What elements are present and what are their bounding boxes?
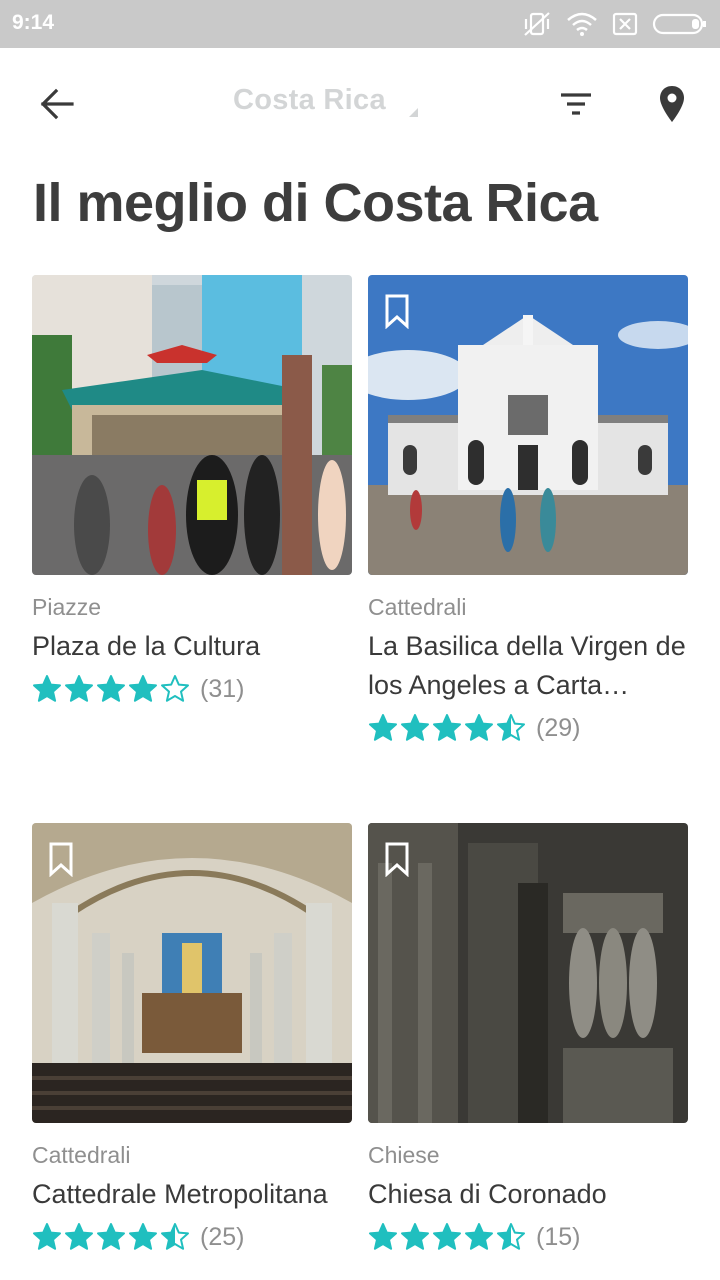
place-card[interactable]: Piazze Plaza de la Cultura (31) — [32, 275, 352, 708]
star-half-icon — [161, 1223, 189, 1250]
place-card[interactable]: Cattedrali La Basilica della Virgen de l… — [368, 275, 688, 747]
card-title: Plaza de la Cultura — [32, 631, 261, 661]
filter-icon — [561, 93, 591, 115]
card-category: Chiese — [368, 1142, 440, 1168]
app-title[interactable]: Costa Rica — [233, 84, 386, 117]
status-time: 9:14 — [12, 11, 55, 34]
card-category: Cattedrali — [32, 1142, 131, 1168]
star-full-icon — [369, 1223, 397, 1250]
map-pin-icon — [660, 86, 684, 122]
card-category: Cattedrali — [368, 594, 467, 620]
star-full-icon — [433, 1223, 461, 1250]
star-half-icon — [497, 714, 525, 741]
star-full-icon — [97, 675, 125, 702]
rating-count: (25) — [200, 1222, 245, 1251]
wifi-icon — [566, 11, 598, 37]
star-full-icon — [129, 1223, 157, 1250]
star-rating — [368, 713, 526, 743]
star-rating — [368, 1222, 526, 1252]
caret-icon — [409, 108, 418, 117]
star-full-icon — [465, 1223, 493, 1250]
place-card[interactable]: Chiese Chiesa di Coronado (15) — [368, 823, 688, 1256]
rating-count: (29) — [536, 713, 581, 742]
page-heading: Il meglio di Costa Rica — [33, 173, 598, 233]
card-photo — [368, 275, 688, 575]
card-photo — [32, 275, 352, 575]
star-full-icon — [65, 1223, 93, 1250]
star-full-icon — [33, 1223, 61, 1250]
star-full-icon — [433, 714, 461, 741]
bookmark-icon[interactable] — [384, 293, 410, 329]
card-rating: (15) — [368, 1218, 688, 1256]
star-full-icon — [401, 1223, 429, 1250]
back-button[interactable] — [30, 84, 82, 124]
star-full-icon — [65, 675, 93, 702]
card-title: Chiesa di Coronado — [368, 1179, 607, 1209]
star-half-icon — [497, 1223, 525, 1250]
star-full-icon — [465, 714, 493, 741]
card-title: Cattedrale Metropolitana — [32, 1179, 328, 1209]
star-full-icon — [97, 1223, 125, 1250]
bookmark-icon[interactable] — [384, 841, 410, 877]
card-photo — [368, 823, 688, 1123]
vibrate-icon — [522, 11, 552, 37]
star-rating — [32, 674, 190, 704]
bookmark-icon[interactable] — [48, 841, 74, 877]
star-full-icon — [401, 714, 429, 741]
status-icons — [522, 10, 708, 38]
map-button[interactable] — [648, 80, 696, 128]
card-rating: (29) — [368, 709, 688, 747]
card-photo — [32, 823, 352, 1123]
status-bar: 9:14 — [0, 0, 720, 48]
rating-count: (31) — [200, 674, 245, 703]
star-empty-icon — [161, 675, 189, 702]
arrow-left-icon — [40, 88, 74, 120]
card-title: La Basilica della Virgen de los Angeles … — [368, 631, 686, 700]
star-full-icon — [33, 675, 61, 702]
no-sim-icon — [612, 12, 638, 36]
card-rating: (25) — [32, 1218, 352, 1256]
rating-count: (15) — [536, 1222, 581, 1251]
battery-icon — [652, 12, 708, 36]
star-full-icon — [129, 675, 157, 702]
filter-button[interactable] — [552, 84, 600, 124]
card-category: Piazze — [32, 594, 102, 620]
star-full-icon — [369, 714, 397, 741]
card-rating: (31) — [32, 670, 352, 708]
place-card[interactable]: Cattedrali Cattedrale Metropolitana (25) — [32, 823, 352, 1256]
star-rating — [32, 1222, 190, 1252]
app-bar: Costa Rica — [0, 48, 720, 160]
